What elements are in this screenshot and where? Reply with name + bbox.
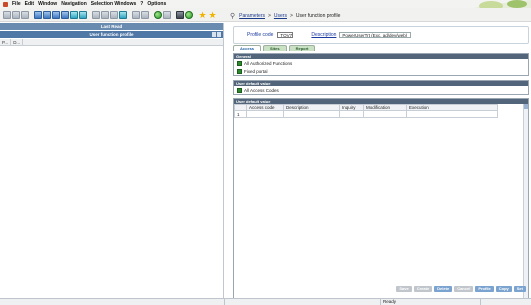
status-cell-empty <box>224 299 380 305</box>
menu-help[interactable]: ? <box>140 1 143 7</box>
cancel-button[interactable]: Cancel <box>454 286 474 292</box>
set-button[interactable]: Set <box>513 286 526 292</box>
last-read-bar[interactable]: Last Read <box>0 23 223 30</box>
general-section: General All Authorized Functions Fixed p… <box>233 53 529 76</box>
cut-icon[interactable] <box>92 10 100 19</box>
cell-inquiry[interactable] <box>339 110 364 118</box>
previous-record-icon[interactable] <box>43 10 51 19</box>
vertical-scrollbar[interactable] <box>523 104 528 302</box>
left-panel-title: User function profile <box>0 31 223 38</box>
paste-icon[interactable] <box>110 10 118 19</box>
left-panel: Last Read User function profile P... D..… <box>0 23 224 299</box>
first-record-icon[interactable] <box>34 10 42 19</box>
row-number: 1 <box>234 110 247 118</box>
breadcrumb-parameters[interactable]: Parameters <box>239 13 265 19</box>
menu-file[interactable]: File <box>12 1 21 7</box>
calendar-icon[interactable] <box>141 10 149 19</box>
status-bar: Ready <box>0 298 531 305</box>
access-codes-table: Access code Description Inquiry Modifica… <box>234 104 498 118</box>
monitor-icon[interactable] <box>176 10 184 19</box>
column-header-profile[interactable]: P... <box>0 39 12 45</box>
panel-minimize-icon[interactable] <box>212 32 216 37</box>
add-favorite-icon[interactable]: ★ <box>208 10 217 19</box>
left-panel-columns: P... D... <box>0 39 223 46</box>
tools-icon[interactable] <box>163 10 171 19</box>
attach-icon[interactable] <box>119 10 127 19</box>
last-record-icon[interactable] <box>61 10 69 19</box>
profile-code-field[interactable]: TOV7 <box>277 32 294 38</box>
print-icon[interactable] <box>12 10 20 19</box>
favorite-star-icon[interactable]: ★ <box>198 10 207 19</box>
description-label[interactable]: Description <box>311 32 336 38</box>
breadcrumb-separator: > <box>289 13 293 19</box>
profile-code-label: Profile code <box>247 32 274 38</box>
breadcrumb-separator: > <box>267 13 271 19</box>
table-row[interactable]: 1 <box>234 110 498 118</box>
checkbox-icon[interactable] <box>237 87 242 93</box>
grid-icon[interactable] <box>132 10 140 19</box>
tab-sites[interactable]: Sites <box>263 45 287 51</box>
access-codes-grid-section: User default value Access code Descripti… <box>233 98 529 303</box>
cell-execution[interactable] <box>406 110 498 118</box>
all-authorized-functions-row[interactable]: All Authorized Functions <box>234 59 528 67</box>
user-default-value-section: User default value All Access Codes <box>233 80 529 95</box>
copy-icon[interactable] <box>101 10 109 19</box>
action-buttons: Save Create Delete Cancel Profile Copy S… <box>396 286 526 292</box>
profile-header: Profile code TOV7 Description PowerUserT… <box>233 26 529 44</box>
next-record-icon[interactable] <box>52 10 60 19</box>
breadcrumb-users[interactable]: Users <box>274 13 287 19</box>
delete-button[interactable]: Delete <box>434 286 453 292</box>
fixed-portal-label: Fixed portal <box>244 68 268 74</box>
all-access-codes-label: All Access Codes <box>244 87 279 93</box>
home-icon[interactable] <box>3 10 11 19</box>
scroll-up-icon[interactable] <box>524 104 528 109</box>
tab-access[interactable]: Access <box>233 45 262 51</box>
save-button[interactable]: Save <box>396 286 412 292</box>
app-icon <box>3 1 8 7</box>
search-icon[interactable] <box>70 10 78 19</box>
refresh-icon[interactable] <box>79 10 87 19</box>
column-header-description[interactable]: D... <box>11 39 24 45</box>
all-authorized-functions-label: All Authorized Functions <box>244 60 293 66</box>
status-text: Ready <box>380 299 480 305</box>
status-icon[interactable] <box>154 10 162 19</box>
menu-edit[interactable]: Edit <box>25 1 34 7</box>
menu-options[interactable]: Options <box>147 1 166 7</box>
cell-description[interactable] <box>283 110 340 118</box>
menu-navigation[interactable]: Navigation <box>61 1 87 7</box>
menu-window[interactable]: Window <box>38 1 57 7</box>
checkbox-icon[interactable] <box>237 68 242 74</box>
breadcrumb: ⚲ Parameters > Users > User function pro… <box>230 12 340 20</box>
tab-bar: Access Sites Report <box>233 45 316 51</box>
status-cell-empty <box>480 299 531 305</box>
globe-icon[interactable] <box>185 10 193 19</box>
left-panel-title-text: User function profile <box>89 32 134 37</box>
description-field[interactable]: PowerUserTrt (Exc. ad/dev/web) <box>339 32 412 38</box>
cell-modification[interactable] <box>363 110 407 118</box>
panel-close-icon[interactable] <box>217 32 221 37</box>
copy-button[interactable]: Copy <box>495 286 512 292</box>
menu-selection-windows[interactable]: Selection Windows <box>91 1 137 7</box>
all-access-codes-row[interactable]: All Access Codes <box>234 86 528 94</box>
panel-controls <box>212 32 221 37</box>
main-area: Profile code TOV7 Description PowerUserT… <box>226 23 531 303</box>
breadcrumb-current: User function profile <box>295 13 341 19</box>
save-icon[interactable] <box>21 10 29 19</box>
tab-report[interactable]: Report <box>288 45 316 51</box>
pin-icon[interactable]: ⚲ <box>230 12 235 20</box>
cell-access-code[interactable] <box>246 110 284 118</box>
checkbox-icon[interactable] <box>237 60 242 66</box>
fixed-portal-row[interactable]: Fixed portal <box>234 67 528 75</box>
profile-button[interactable]: Profile <box>475 286 494 292</box>
create-button[interactable]: Create <box>413 286 433 292</box>
